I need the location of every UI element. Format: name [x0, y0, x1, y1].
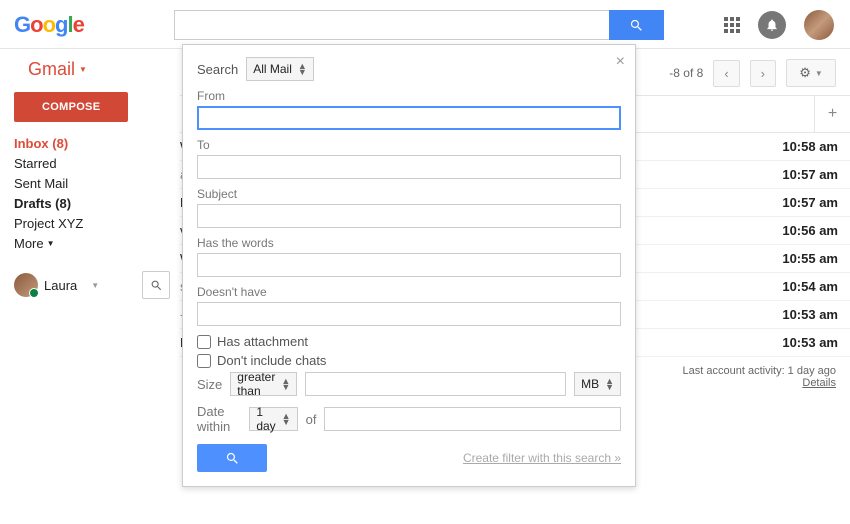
no-chats-label: Don't include chats [217, 353, 326, 368]
activity-text: Last account activity: 1 day ago [683, 365, 836, 377]
advanced-search-panel: × Search All Mail▲▼ From To Subject Has … [182, 44, 636, 487]
chevron-left-icon: ‹ [724, 66, 728, 81]
hangouts-search-button[interactable] [142, 271, 170, 299]
subject-label: Subject [197, 187, 621, 201]
date-range-select[interactable]: 1 day▲▼ [249, 407, 297, 431]
updown-icon: ▲▼ [605, 378, 614, 390]
message-time: 10:53 am [760, 335, 838, 350]
compose-button[interactable]: COMPOSE [14, 92, 128, 122]
caret-down-icon: ▼ [47, 239, 55, 248]
search-icon [225, 451, 240, 466]
no-chats-checkbox[interactable] [197, 354, 211, 368]
settings-button[interactable]: ⚙▼ [786, 59, 836, 87]
size-op-select[interactable]: greater than▲▼ [230, 372, 297, 396]
of-label: of [306, 412, 317, 427]
has-attachment-checkbox[interactable] [197, 335, 211, 349]
message-time: 10:53 am [760, 307, 838, 322]
from-label: From [197, 89, 621, 103]
caret-down-icon[interactable]: ▼ [91, 281, 99, 290]
create-filter-link[interactable]: Create filter with this search » [463, 451, 621, 465]
updown-icon: ▲▼ [298, 63, 307, 75]
nav-drafts[interactable]: Drafts (8) [14, 196, 180, 211]
nav-more[interactable]: More▼ [14, 236, 180, 251]
search-button[interactable] [609, 10, 664, 40]
message-time: 10:55 am [760, 251, 838, 266]
size-unit-select[interactable]: MB▲▼ [574, 372, 621, 396]
plus-icon: + [828, 105, 837, 123]
has-words-label: Has the words [197, 236, 621, 250]
to-label: To [197, 138, 621, 152]
nav-sent[interactable]: Sent Mail [14, 176, 180, 191]
google-logo[interactable]: Google [14, 12, 84, 38]
close-icon[interactable]: × [616, 53, 625, 71]
search-icon [150, 279, 163, 292]
date-within-label: Date within [197, 404, 241, 434]
updown-icon: ▲▼ [281, 378, 290, 390]
notifications-icon[interactable] [758, 11, 786, 39]
message-time: 10:56 am [760, 223, 838, 238]
chevron-right-icon: › [761, 66, 765, 81]
message-time: 10:57 am [760, 167, 838, 182]
subject-input[interactable] [197, 204, 621, 228]
to-input[interactable] [197, 155, 621, 179]
avatar[interactable] [804, 10, 834, 40]
pager-text: -8 of 8 [669, 66, 703, 80]
nav-label-project[interactable]: Project XYZ [14, 216, 180, 231]
caret-down-icon: ▼ [79, 65, 87, 74]
doesnt-have-label: Doesn't have [197, 285, 621, 299]
next-button[interactable]: › [750, 60, 776, 87]
doesnt-have-input[interactable] [197, 302, 621, 326]
nav-inbox[interactable]: Inbox (8) [14, 136, 180, 151]
from-input[interactable] [197, 106, 621, 130]
has-attachment-label: Has attachment [217, 334, 308, 349]
updown-icon: ▲▼ [282, 413, 291, 425]
size-label: Size [197, 377, 222, 392]
gmail-menu[interactable]: Gmail ▼ [14, 49, 180, 92]
tab-add[interactable]: + [814, 96, 850, 132]
search-icon [629, 18, 644, 33]
message-time: 10:58 am [760, 139, 838, 154]
message-time: 10:57 am [760, 195, 838, 210]
prev-button[interactable]: ‹ [713, 60, 739, 87]
date-input[interactable] [324, 407, 621, 431]
hangouts-avatar[interactable] [14, 273, 38, 297]
message-time: 10:54 am [760, 279, 838, 294]
hangouts-username: Laura [44, 278, 77, 293]
size-value-input[interactable] [305, 372, 566, 396]
has-words-input[interactable] [197, 253, 621, 277]
advanced-search-button[interactable] [197, 444, 267, 472]
app-label: Gmail [28, 59, 75, 80]
nav-starred[interactable]: Starred [14, 156, 180, 171]
details-link[interactable]: Details [802, 377, 836, 389]
search-input[interactable] [174, 10, 609, 40]
apps-icon[interactable] [724, 17, 740, 33]
search-scope-label: Search [197, 62, 238, 77]
caret-down-icon: ▼ [815, 69, 823, 78]
gear-icon: ⚙ [799, 65, 811, 81]
search-scope-select[interactable]: All Mail▲▼ [246, 57, 314, 81]
